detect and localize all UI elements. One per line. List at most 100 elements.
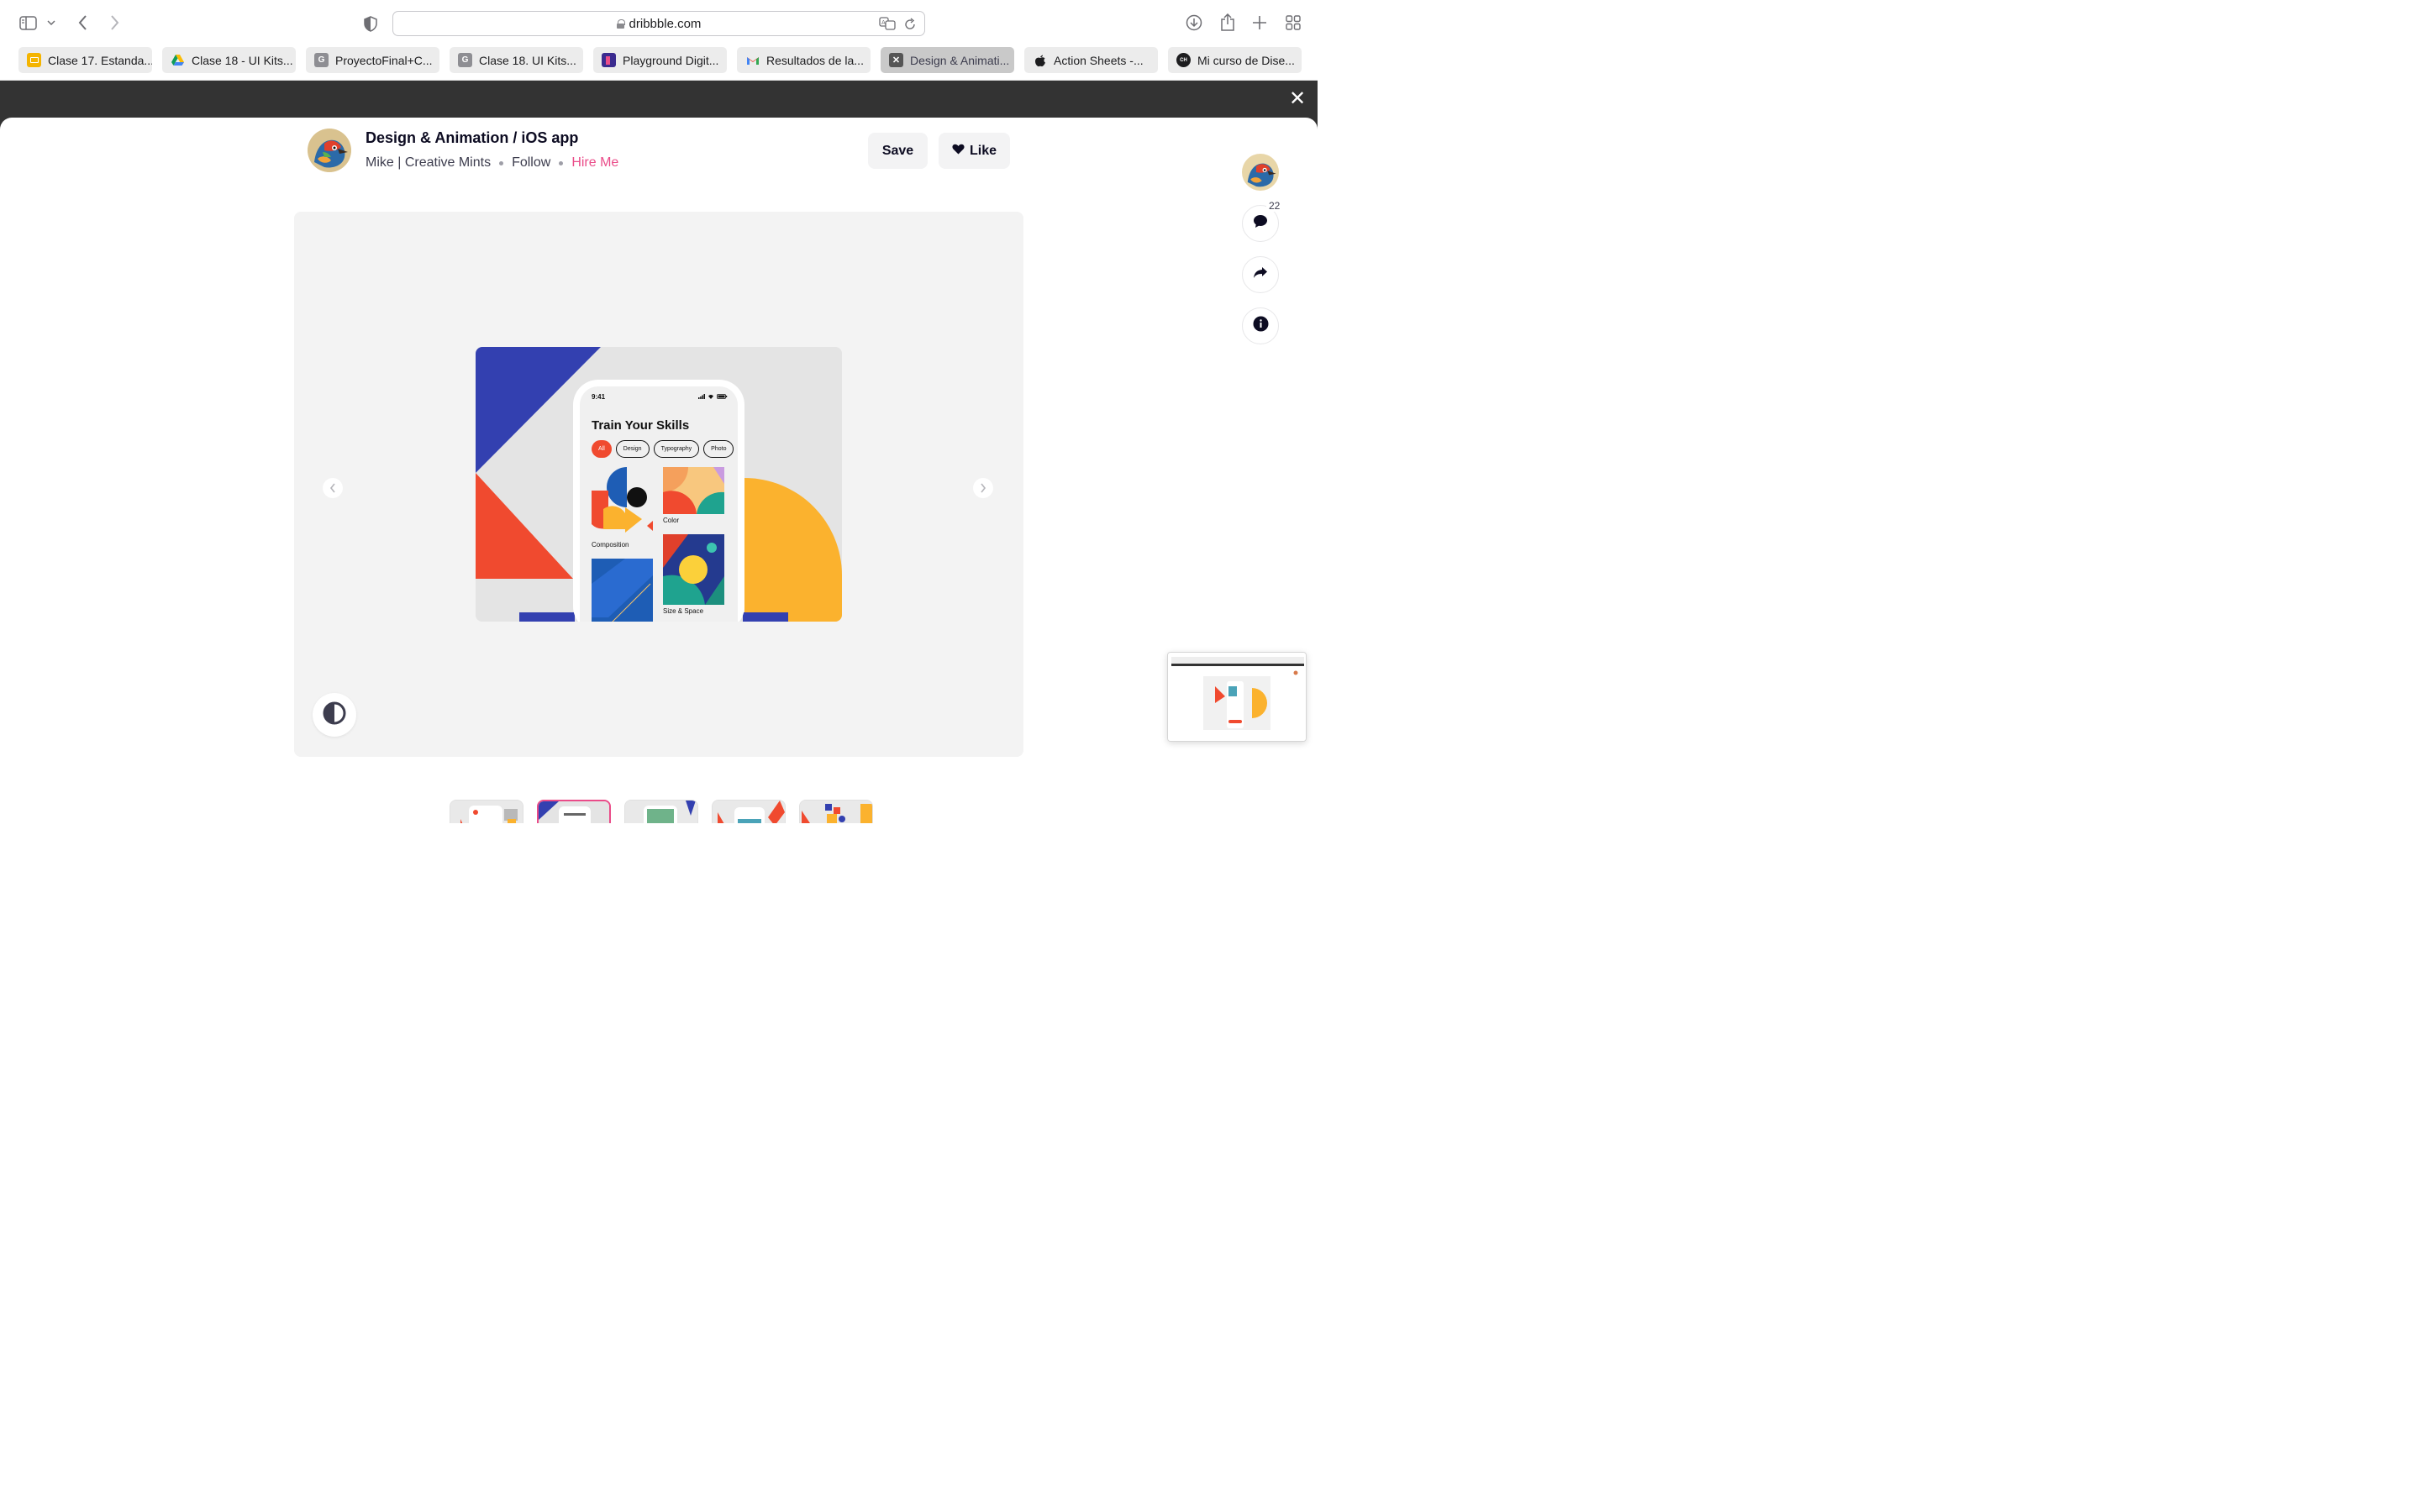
contrast-icon	[323, 701, 346, 729]
signal-icon	[698, 394, 705, 399]
side-rail	[1242, 154, 1279, 344]
url-text: dribbble.com	[629, 16, 702, 31]
thumbnail-2[interactable]	[537, 800, 611, 823]
tab-overview-icon[interactable]	[1285, 14, 1302, 31]
chip-design: Design	[615, 440, 650, 458]
card-label-composition: Composition	[592, 541, 629, 549]
save-button[interactable]: Save	[868, 133, 928, 169]
shot-meta: Mike | Creative Mints Follow Hire Me	[366, 155, 618, 171]
share-icon[interactable]	[1218, 12, 1237, 32]
size-space-card-image	[663, 534, 724, 605]
tab-clase-18-ui-kits[interactable]: Clase 18 - UI Kits...	[162, 47, 296, 73]
shot-title: Design & Animation / iOS app	[366, 129, 579, 146]
status-time: 9:41	[592, 393, 606, 401]
tab-playground-digital[interactable]: Playground Digit...	[593, 47, 727, 73]
composition-card-image	[592, 467, 653, 533]
tab-label: Action Sheets -...	[1054, 53, 1144, 67]
blue-card-image	[592, 559, 653, 622]
card-label-size-space: Size & Space	[663, 607, 704, 615]
tab-mi-curso[interactable]: CH Mi curso de Dise...	[1168, 47, 1302, 73]
shot-image: 9:41 Train Your Skills All Design Typogr…	[476, 347, 842, 622]
like-button[interactable]: Like	[939, 133, 1010, 169]
new-tab-icon[interactable]	[1251, 14, 1268, 31]
close-icon[interactable]: ✕	[1287, 89, 1307, 109]
reload-icon[interactable]	[904, 17, 916, 34]
thumbnail-3[interactable]	[624, 800, 698, 823]
comment-icon	[1253, 214, 1268, 233]
designer-avatar[interactable]	[1242, 154, 1279, 191]
coder-icon: CH	[1176, 53, 1191, 67]
address-bar[interactable]: dribbble.com A	[392, 11, 925, 36]
chevron-down-icon[interactable]	[46, 17, 56, 29]
tab-label: Clase 18 - UI Kits...	[192, 53, 293, 67]
hire-me-link[interactable]: Hire Me	[571, 155, 618, 171]
color-card-image	[663, 467, 724, 514]
sidebar-toggle-icon[interactable]	[18, 14, 37, 31]
tab-label: Clase 18. UI Kits...	[479, 53, 576, 67]
phone-heading: Train Your Skills	[592, 418, 690, 433]
back-icon[interactable]	[74, 13, 91, 32]
tab-label: Design & Animati...	[910, 53, 1010, 67]
shot-modal: Design & Animation / iOS app Mike | Crea…	[0, 118, 1318, 823]
phone-frame: 9:41 Train Your Skills All Design Typogr…	[573, 380, 744, 622]
tab-label: ProyectoFinal+C...	[335, 53, 433, 67]
chip-all: All	[592, 440, 612, 458]
comment-count-badge: 22	[1266, 200, 1283, 212]
g-icon: G	[458, 53, 472, 67]
tab-clase-17[interactable]: Clase 17. Estanda...	[18, 47, 152, 73]
phone-screen: 9:41 Train Your Skills All Design Typogr…	[580, 386, 738, 622]
slides-icon	[27, 53, 41, 67]
wifi-icon	[708, 395, 713, 399]
follow-link[interactable]: Follow	[512, 155, 550, 171]
like-label: Like	[969, 143, 997, 158]
phone-chip-row: All Design Typography Photo	[592, 440, 734, 458]
apple-icon	[1033, 53, 1047, 67]
drive-icon	[171, 53, 185, 67]
battery-icon	[717, 394, 728, 399]
share-button[interactable]	[1242, 256, 1279, 293]
chip-typography: Typography	[653, 440, 700, 458]
separator-dot	[559, 160, 564, 165]
status-icons	[698, 394, 728, 399]
contrast-toggle-button[interactable]	[313, 693, 356, 737]
save-label: Save	[881, 143, 914, 158]
author-name[interactable]: Mike | Creative Mints	[366, 155, 491, 171]
shot-media-stage: 9:41 Train Your Skills All Design Typogr…	[294, 212, 1023, 757]
svg-text:A: A	[881, 19, 886, 26]
thumbnail-4[interactable]	[712, 800, 786, 823]
forward-icon[interactable]	[106, 13, 123, 32]
share-arrow-icon	[1253, 266, 1268, 283]
tab-design-animation[interactable]: ✕ Design & Animati...	[881, 47, 1014, 73]
card-label-color: Color	[663, 517, 680, 524]
tab-bar: Clase 17. Estanda... Clase 18 - UI Kits.…	[18, 47, 1302, 73]
tab-label: Mi curso de Dise...	[1197, 53, 1295, 67]
tab-proyecto-final[interactable]: G ProyectoFinal+C...	[306, 47, 439, 73]
page-preview-thumbnail[interactable]	[1167, 652, 1307, 742]
translate-icon[interactable]: A	[879, 17, 896, 34]
thumbnail-1[interactable]	[450, 800, 523, 823]
lock-icon	[616, 18, 625, 29]
heart-icon	[952, 144, 965, 159]
previous-arrow-icon[interactable]	[323, 478, 343, 498]
tab-clase-18-ui-kits-2[interactable]: G Clase 18. UI Kits...	[450, 47, 583, 73]
tab-label: Clase 17. Estanda...	[48, 53, 152, 67]
next-arrow-icon[interactable]	[973, 478, 993, 498]
g-icon: G	[314, 53, 329, 67]
playground-icon	[602, 53, 616, 67]
tab-label: Playground Digit...	[623, 53, 719, 67]
gmail-icon	[745, 53, 760, 67]
browser-toolbar: dribbble.com A Clase 17. Estanda... Clas…	[0, 0, 1318, 81]
chip-photo: Photo	[703, 440, 734, 458]
info-icon	[1253, 316, 1269, 336]
info-button[interactable]	[1242, 307, 1279, 344]
dribbble-icon: ✕	[889, 53, 903, 67]
thumbnail-5[interactable]	[799, 800, 873, 823]
tab-resultados[interactable]: Resultados de la...	[737, 47, 871, 73]
downloads-icon[interactable]	[1185, 13, 1203, 32]
privacy-shield-icon[interactable]	[362, 14, 379, 33]
author-avatar[interactable]	[308, 129, 351, 172]
shot-thumbnails	[450, 800, 873, 823]
tab-label: Resultados de la...	[766, 53, 864, 67]
separator-dot	[499, 160, 504, 165]
tab-action-sheets[interactable]: Action Sheets -...	[1024, 47, 1158, 73]
